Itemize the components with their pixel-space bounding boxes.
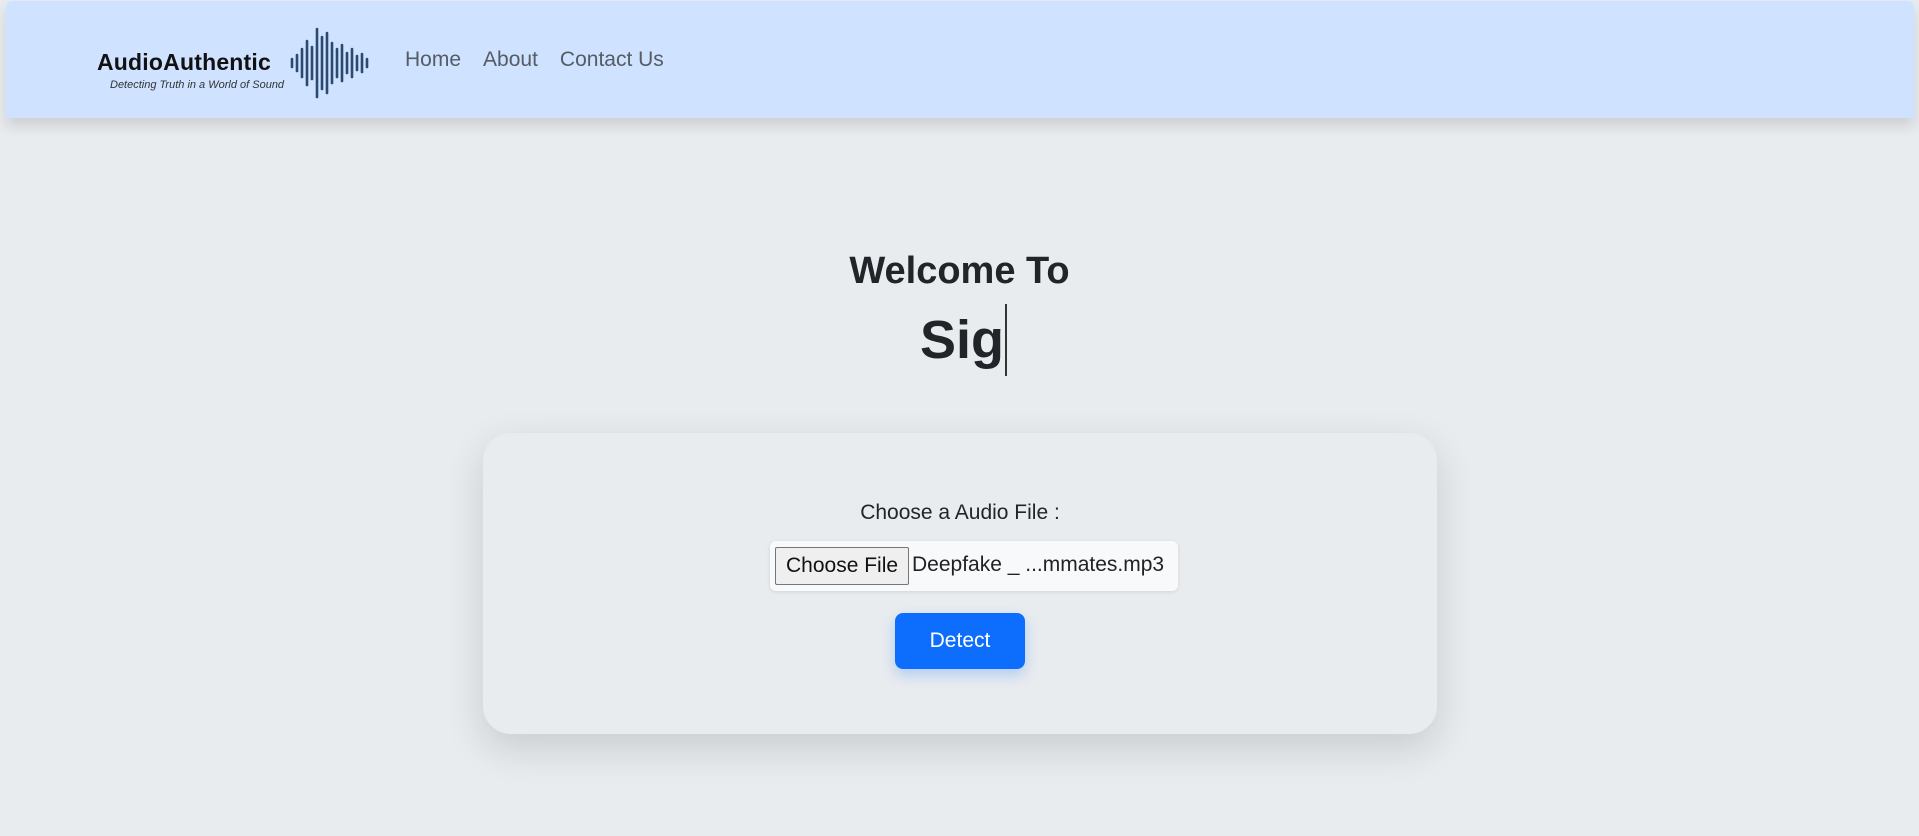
selected-file-name: Deepfake _ ...mmates.mp3 [912,553,1165,576]
navbar: AudioAuthentic Detecting Truth in a Worl… [6,1,1914,118]
file-input-label: Choose a Audio File : [860,501,1060,524]
sound-wave-icon [290,27,369,99]
nav-link-about[interactable]: About [483,48,538,72]
file-input[interactable]: Choose File Deepfake _ ...mmates.mp3 [770,541,1178,591]
brand-name: AudioAuthentic [97,49,271,75]
brand-tagline: Detecting Truth in a World of Sound [110,79,285,91]
brand-logo[interactable]: AudioAuthentic Detecting Truth in a Worl… [92,23,372,101]
upload-card: Choose a Audio File : Choose File Deepfa… [483,433,1437,734]
typed-text: Sig [920,310,1005,370]
detect-button[interactable]: Detect [895,613,1025,669]
choose-file-button[interactable]: Choose File [775,547,910,585]
nav-link-home[interactable]: Home [405,48,461,72]
hero-typed-text: Sig [920,304,1008,376]
page: AudioAuthentic Detecting Truth in a Worl… [0,0,1919,836]
typing-caret [1005,304,1008,376]
nav-menu: Home About Contact Us [405,48,686,72]
hero-title: Welcome To [849,250,1070,292]
nav-link-contact[interactable]: Contact Us [560,48,664,72]
